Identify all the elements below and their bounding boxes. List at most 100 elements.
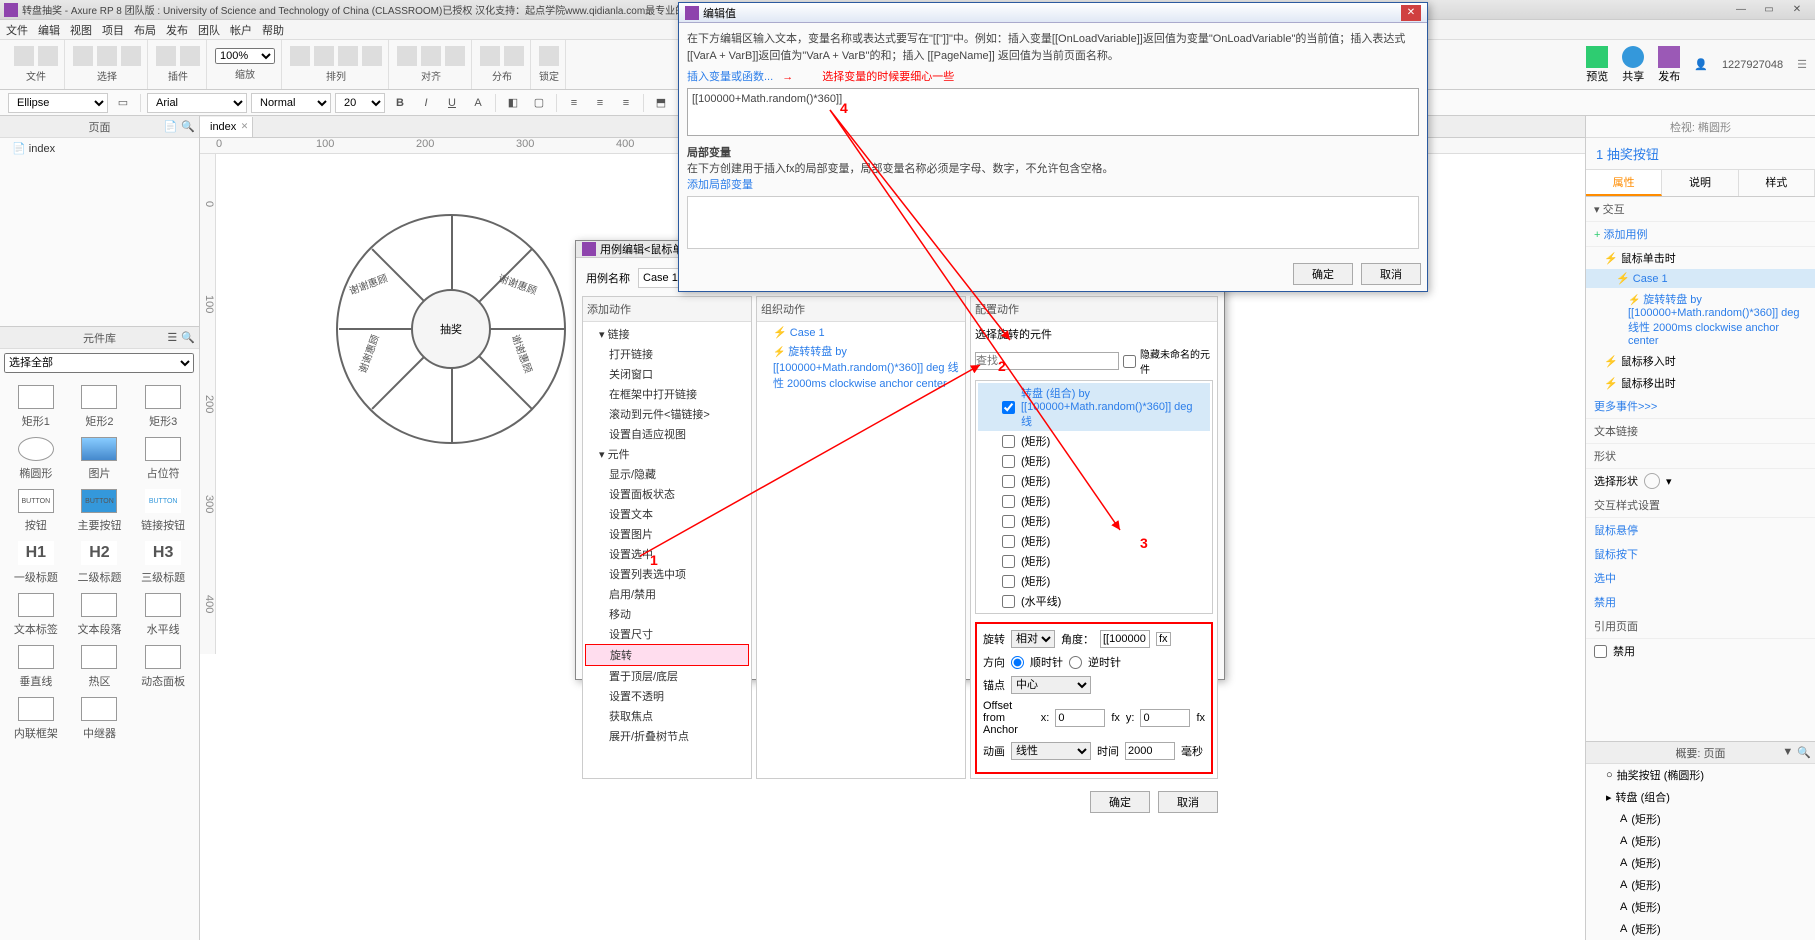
lib-item[interactable]: 垂直线 (4, 641, 68, 693)
disabled-checkbox[interactable] (1594, 645, 1607, 658)
library-select[interactable]: 选择全部 (4, 353, 194, 373)
action-move[interactable]: 移动 (585, 604, 749, 624)
angle-input[interactable] (1100, 630, 1150, 648)
lib-item[interactable]: H3三级标题 (131, 537, 195, 589)
value-cancel-button[interactable]: 取消 (1361, 263, 1421, 285)
wheel-center-button[interactable]: 抽奖 (411, 289, 491, 369)
lib-item[interactable]: 图片 (68, 433, 132, 485)
widget-list-item[interactable]: (矩形) (978, 431, 1210, 451)
lib-item[interactable]: 热区 (68, 641, 132, 693)
menu-edit[interactable]: 编辑 (38, 22, 60, 38)
lib-search-icon[interactable]: 🔍 (181, 331, 195, 344)
hover-style-link[interactable]: 鼠标悬停 (1594, 522, 1638, 538)
widget-list-item[interactable]: (矩形) (978, 571, 1210, 591)
lib-item[interactable]: H2二级标题 (68, 537, 132, 589)
search-icon[interactable]: 🔍 (181, 120, 195, 133)
page-item-index[interactable]: 📄 index (0, 138, 199, 159)
menu-account[interactable]: 帐户 (230, 22, 252, 38)
offset-x-input[interactable] (1055, 709, 1105, 727)
value-dialog-close-button[interactable]: ✕ (1401, 5, 1421, 21)
menu-publish[interactable]: 发布 (166, 22, 188, 38)
align-center-icon[interactable]: ≡ (589, 93, 611, 113)
menu-team[interactable]: 团队 (198, 22, 220, 38)
lib-item[interactable]: H1一级标题 (4, 537, 68, 589)
user-name[interactable]: 1227927048 (1722, 59, 1783, 71)
shape-select[interactable]: Ellipse (8, 93, 108, 113)
align-right-icon[interactable]: ≡ (615, 93, 637, 113)
maximize-button[interactable]: ▭ (1755, 1, 1783, 19)
outline-root[interactable]: ○ 抽奖按钮 (椭圆形) (1586, 764, 1815, 786)
widget-list-item[interactable]: (矩形) (978, 531, 1210, 551)
widget-list-item[interactable]: (矩形) (978, 451, 1210, 471)
widget-search-input[interactable] (975, 352, 1119, 370)
widget-list-item[interactable]: (矩形) (978, 551, 1210, 571)
close-button[interactable]: ✕ (1783, 1, 1811, 19)
share-button[interactable]: 共享 (1622, 68, 1644, 84)
fill-icon[interactable]: ◧ (502, 93, 524, 113)
underline-icon[interactable]: U (441, 93, 463, 113)
align-left-icon[interactable]: ≡ (563, 93, 585, 113)
add-case-link[interactable]: 添加用例 (1604, 229, 1648, 241)
more-events-link[interactable]: 更多事件>>> (1586, 394, 1815, 419)
event-mouseenter[interactable]: ⚡ 鼠标移入时 (1586, 350, 1815, 372)
outline-filter-icon[interactable]: ▼ (1782, 746, 1793, 759)
lib-item[interactable]: 椭圆形 (4, 433, 68, 485)
anim-type-select[interactable]: 线性 (1011, 742, 1091, 760)
add-local-var-link[interactable]: 添加局部变量 (687, 179, 753, 191)
valign-top-icon[interactable]: ⬒ (650, 93, 672, 113)
widget-list-item[interactable]: (矩形) (978, 511, 1210, 531)
action-opacity[interactable]: 设置不透明 (585, 686, 749, 706)
disabled-style-link[interactable]: 禁用 (1594, 594, 1616, 610)
menu-layout[interactable]: 布局 (134, 22, 156, 38)
font-select[interactable]: Arial (147, 93, 247, 113)
lib-item[interactable]: 矩形2 (68, 381, 132, 433)
action-item[interactable]: ⚡ 旋转转盘 by [[100000+Math.random()*360]] d… (1586, 288, 1815, 350)
case-ok-button[interactable]: 确定 (1090, 791, 1150, 813)
outline-item[interactable]: A (矩形) (1586, 830, 1815, 852)
outline-item[interactable]: A (矩形) (1586, 808, 1815, 830)
outline-search-icon[interactable]: 🔍 (1797, 746, 1811, 759)
action-rotate[interactable]: 旋转 (585, 644, 749, 666)
size-select[interactable]: 20 (335, 93, 385, 113)
action-enable[interactable]: 启用/禁用 (585, 584, 749, 604)
font-color-icon[interactable]: A (467, 93, 489, 113)
fill-color-icon[interactable]: ▭ (112, 93, 134, 113)
action-adaptive-view[interactable]: 设置自适应视图 (585, 424, 749, 444)
selected-style-link[interactable]: 选中 (1594, 570, 1616, 586)
action-bring-front[interactable]: 置于顶层/底层 (585, 666, 749, 686)
lib-item[interactable]: 矩形3 (131, 381, 195, 433)
close-tab-icon[interactable]: ✕ (241, 121, 249, 132)
event-mouseleave[interactable]: ⚡ 鼠标移出时 (1586, 372, 1815, 394)
action-show-hide[interactable]: 显示/隐藏 (585, 464, 749, 484)
menu-file[interactable]: 文件 (6, 22, 28, 38)
action-open-link[interactable]: 打开链接 (585, 344, 749, 364)
add-page-icon[interactable]: 📄 (164, 120, 178, 133)
lib-item[interactable]: 文本段落 (68, 589, 132, 641)
rotate-mode-select[interactable]: 相对 (1011, 630, 1055, 648)
lib-item[interactable]: BUTTON按钮 (4, 485, 68, 537)
action-focus[interactable]: 获取焦点 (585, 706, 749, 726)
hide-unnamed-checkbox[interactable] (1123, 355, 1136, 368)
action-expand-tree[interactable]: 展开/折叠树节点 (585, 726, 749, 746)
border-icon[interactable]: ▢ (528, 93, 550, 113)
lib-item[interactable]: BUTTON链接按钮 (131, 485, 195, 537)
minimize-button[interactable]: — (1727, 1, 1755, 19)
outline-item[interactable]: A (矩形) (1586, 852, 1815, 874)
lib-item[interactable]: 占位符 (131, 433, 195, 485)
expression-input[interactable]: [[100000+Math.random()*360]] (687, 88, 1419, 136)
dir-ccw-radio[interactable] (1069, 656, 1082, 669)
lib-item[interactable]: 水平线 (131, 589, 195, 641)
widget-list-item[interactable]: 转盘 (组合) by [[100000+Math.random()*360]] … (978, 383, 1210, 431)
action-set-text[interactable]: 设置文本 (585, 504, 749, 524)
weight-select[interactable]: Normal (251, 93, 331, 113)
outline-item[interactable]: A (矩形) (1586, 918, 1815, 940)
lib-item[interactable]: 中继器 (68, 693, 132, 745)
widget-list-item[interactable]: (矩形) (978, 471, 1210, 491)
offset-y-input[interactable] (1140, 709, 1190, 727)
tab-style[interactable]: 样式 (1739, 170, 1815, 196)
outline-group[interactable]: ▸ 转盘 (组合) (1586, 786, 1815, 808)
action-close-window[interactable]: 关闭窗口 (585, 364, 749, 384)
value-ok-button[interactable]: 确定 (1293, 263, 1353, 285)
action-set-list[interactable]: 设置列表选中项 (585, 564, 749, 584)
fx-button[interactable]: fx (1156, 632, 1171, 646)
